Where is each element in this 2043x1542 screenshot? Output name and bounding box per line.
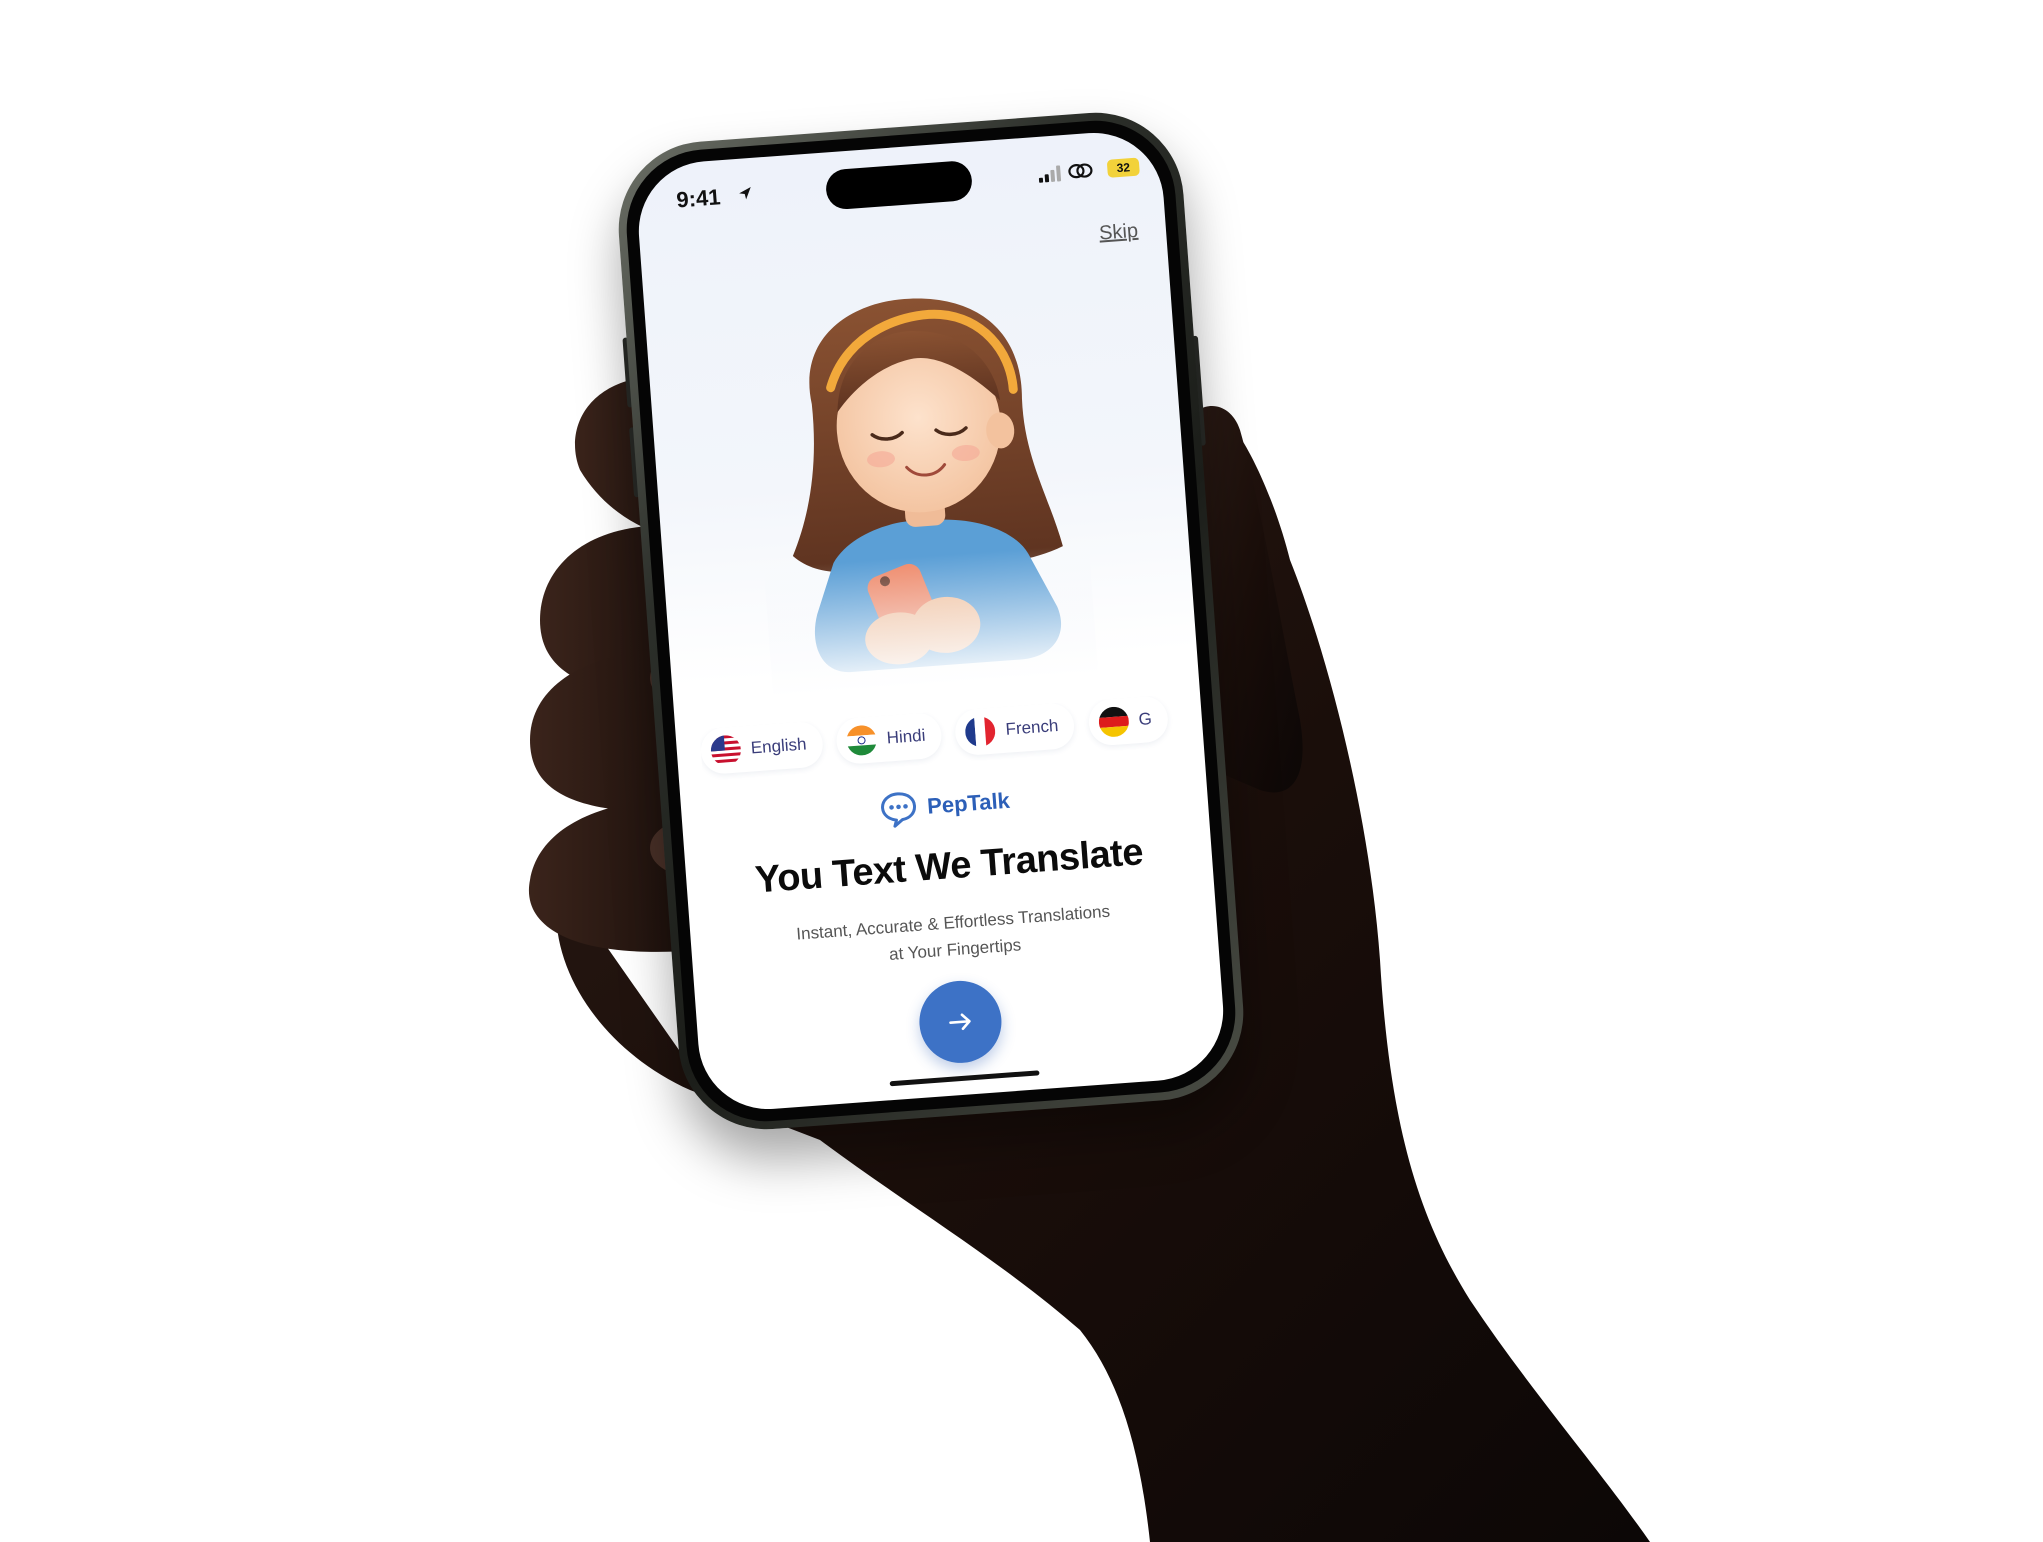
language-chip-hindi[interactable]: Hindi	[835, 711, 943, 766]
page-subtitle: Instant, Accurate & Effortless Translati…	[730, 893, 1179, 980]
status-time: 9:41	[675, 184, 722, 213]
home-indicator	[889, 1070, 1040, 1087]
cellular-signal-icon	[1038, 165, 1062, 183]
girl-with-phone-illustration	[763, 298, 1099, 698]
next-button[interactable]	[916, 978, 1005, 1066]
onboarding-screen: 9:41 32 Skip English Hindi French G PepT…	[633, 128, 1229, 1114]
language-label: French	[1004, 715, 1060, 739]
link-icon	[1068, 163, 1093, 179]
battery-indicator: 32	[1106, 157, 1140, 178]
arrow-right-icon	[949, 1013, 971, 1031]
brand-name: PepTalk	[926, 787, 1011, 819]
chat-bubble-icon	[880, 792, 916, 828]
language-chip-german[interactable]: G	[1087, 694, 1170, 747]
language-chip-french[interactable]: French	[954, 701, 1077, 757]
us-flag-icon	[709, 734, 742, 767]
language-selector: English Hindi French G	[699, 691, 1221, 781]
language-label: English	[750, 734, 808, 758]
language-label: Hindi	[885, 725, 927, 748]
language-chip-english[interactable]: English	[699, 720, 825, 776]
location-arrow-icon	[739, 187, 751, 200]
india-flag-icon	[845, 724, 878, 757]
germany-flag-icon	[1097, 705, 1130, 738]
france-flag-icon	[964, 715, 997, 748]
phone-device: 9:41 32 Skip English Hindi French G PepT…	[612, 106, 1250, 1136]
language-label: G	[1137, 709, 1153, 730]
skip-link[interactable]: Skip	[1098, 220, 1138, 246]
dynamic-island	[824, 159, 974, 211]
